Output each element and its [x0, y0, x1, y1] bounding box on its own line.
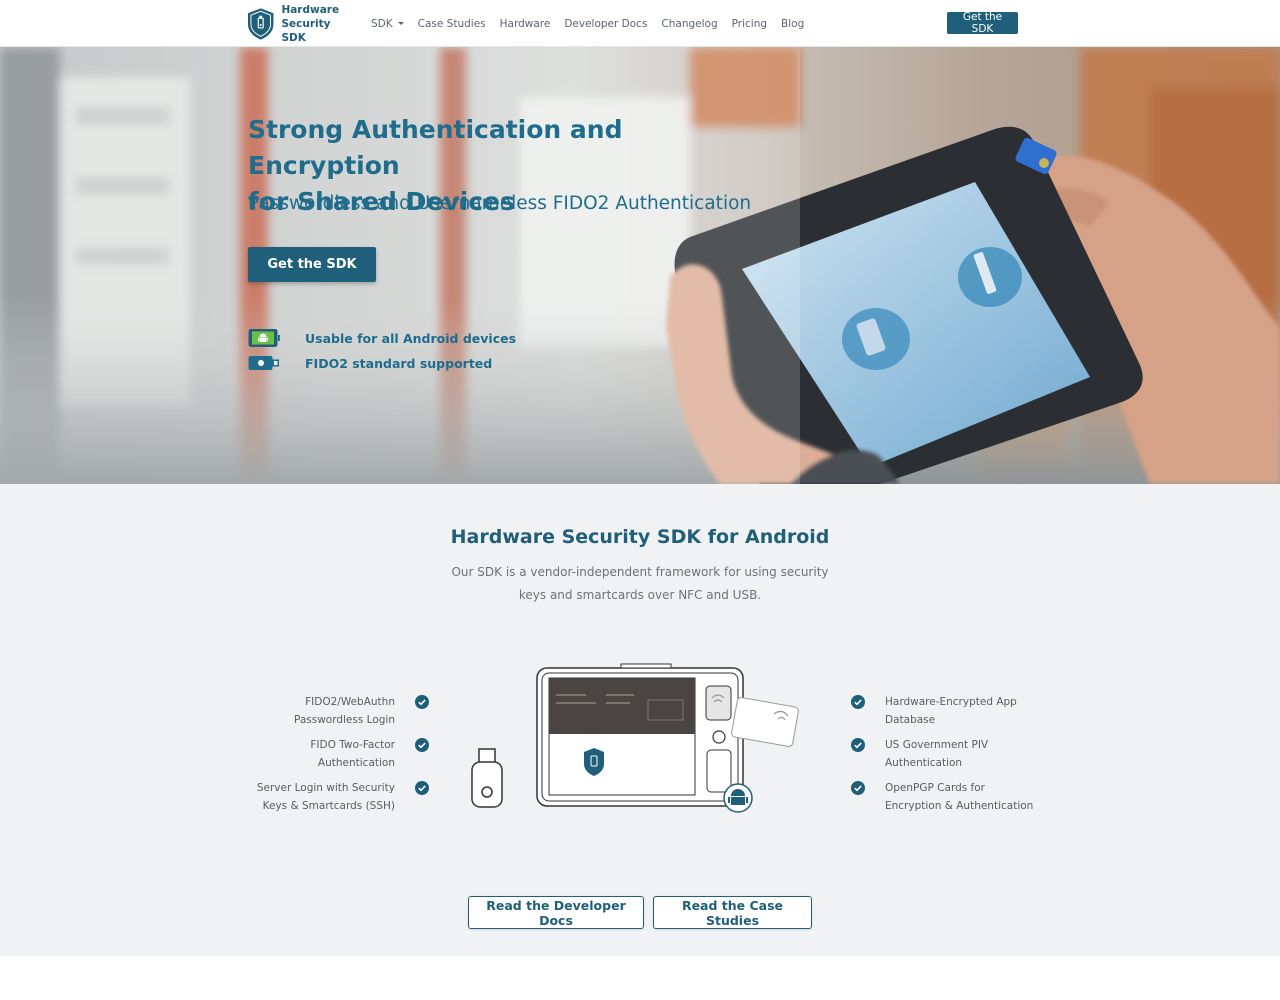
check-circle-icon [851, 695, 865, 709]
hero-get-sdk-button[interactable]: Get the SDK [248, 247, 376, 282]
hero-subtitle: Passwordless and Usernameless FIDO2 Auth… [248, 193, 752, 214]
nav-item-blog[interactable]: Blog [781, 18, 804, 30]
sdk-overview-section: Hardware Security SDK for Android Our SD… [0, 484, 1280, 956]
section-title: Hardware Security SDK for Android [450, 526, 830, 548]
feature-label-fido2: FIDO2 standard supported [305, 355, 493, 371]
nav-item-case-studies[interactable]: Case Studies [418, 18, 486, 30]
list-item: US Government PIV Authentication [850, 736, 1050, 772]
check-circle-icon [851, 781, 865, 795]
check-circle-icon [851, 738, 865, 752]
usb-key-icon [471, 748, 503, 808]
android-badge-icon [723, 783, 753, 813]
feature-list-right: Hardware-Encrypted App Database US Gover… [850, 693, 1050, 822]
brand-name-line2: Security SDK [281, 18, 331, 44]
check-circle-icon [415, 738, 429, 752]
brand-name-line1: Hardware [281, 4, 340, 16]
nav-item-developer-docs[interactable]: Developer Docs [564, 18, 647, 30]
nav-item-hardware[interactable]: Hardware [500, 18, 551, 30]
security-key-icon [248, 356, 279, 370]
brand-logo-link[interactable]: Hardware Security SDK [247, 4, 357, 44]
feature-fido2: FIDO2 standard supported [248, 353, 492, 373]
tablet-security-key-illustration [471, 663, 799, 813]
list-item: OpenPGP Cards for Encryption & Authentic… [850, 779, 1050, 815]
tablet-icon [536, 663, 744, 807]
nav-item-pricing[interactable]: Pricing [732, 18, 767, 30]
navbar: Hardware Security SDK SDK Case Studies H… [0, 0, 1280, 47]
read-case-studies-button[interactable]: Read the Case Studies [653, 896, 812, 929]
nav-item-sdk[interactable]: SDK [371, 18, 404, 30]
section-description: Our SDK is a vendor-independent framewor… [451, 565, 829, 602]
list-item: Hardware-Encrypted App Database [850, 693, 1050, 729]
nav-item-changelog[interactable]: Changelog [661, 18, 717, 30]
feature-label-android: Usable for all Android devices [305, 330, 517, 346]
read-developer-docs-button[interactable]: Read the Developer Docs [468, 896, 644, 929]
check-circle-icon [415, 695, 429, 709]
check-circle-icon [415, 781, 429, 795]
hero-section: Strong Authentication and Encryption for… [0, 47, 1280, 484]
shield-logo-icon [247, 8, 274, 40]
feature-list-left: FIDO2/WebAuthn Passwordless Login FIDO T… [240, 693, 430, 822]
nav-get-sdk-button[interactable]: Get the SDK [947, 11, 1018, 35]
caret-down-icon [397, 22, 404, 25]
list-item: FIDO2/WebAuthn Passwordless Login [240, 693, 430, 729]
list-item: Server Login with Security Keys & Smartc… [240, 779, 430, 815]
main-nav: SDK Case Studies Hardware Developer Docs… [357, 0, 804, 47]
list-item: FIDO Two-Factor Authentication [240, 736, 430, 772]
android-device-icon [248, 329, 280, 347]
feature-android-devices: Usable for all Android devices [248, 328, 516, 348]
